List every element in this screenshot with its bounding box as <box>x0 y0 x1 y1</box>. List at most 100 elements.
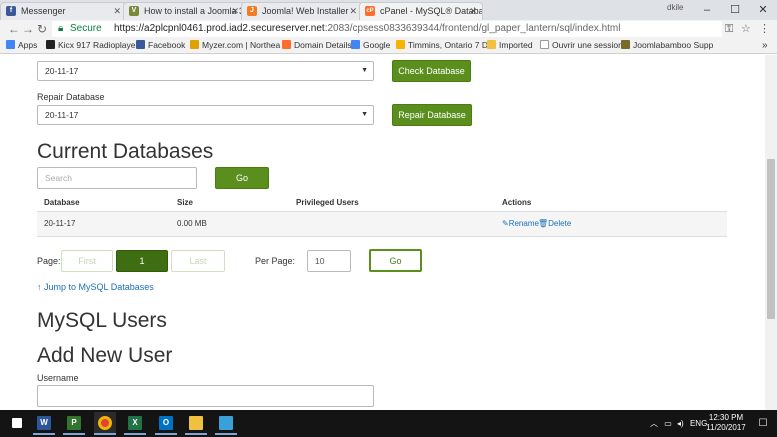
table-row: 20-11-17 0.00 MB ✎Rename 🗑︎Delete <box>37 211 727 237</box>
close-tab-icon[interactable]: ✕ <box>469 3 477 19</box>
chevron-down-icon: ▼ <box>361 67 368 74</box>
header-database[interactable]: Database <box>44 195 80 211</box>
menu-icon[interactable]: ⋮ <box>759 20 770 38</box>
tab-strip: f Messenger ✕ V How to install a Joomla … <box>0 0 777 20</box>
rename-link[interactable]: ✎Rename <box>502 212 539 236</box>
bookmark-label: Myzer.com | Northea <box>202 40 281 50</box>
bookmark-apps[interactable]: Apps <box>6 38 37 53</box>
repair-database-button[interactable]: Repair Database <box>392 104 472 126</box>
close-tab-icon[interactable]: ✕ <box>349 3 357 19</box>
bookmark-label: Apps <box>18 40 38 50</box>
remote-desktop-icon <box>219 416 233 431</box>
search-go-button[interactable]: Go <box>215 167 269 189</box>
taskbar-outlook[interactable]: O <box>155 412 177 435</box>
page-content: 20-11-17 ▼ Check Database Repair Databas… <box>0 55 765 410</box>
taskbar-remote-desktop[interactable] <box>215 412 237 435</box>
bookmark-timmins[interactable]: Timmins, Ontario 7 D <box>396 38 488 53</box>
tab-joomla-howto[interactable]: V How to install a Joomla 3 ✕ <box>123 2 245 20</box>
bookmark-label: Imported <box>499 40 533 50</box>
url-text[interactable]: https://a2plcpnl0461.prod.iad2.secureser… <box>114 21 620 37</box>
tab-messenger[interactable]: f Messenger ✕ <box>0 2 127 20</box>
tab-label: Messenger <box>21 6 66 16</box>
more-bookmarks-icon[interactable]: » <box>762 38 768 53</box>
folder-icon <box>487 40 496 49</box>
taskbar-excel[interactable]: X <box>124 412 146 435</box>
close-window-icon[interactable]: ✕ <box>749 0 777 20</box>
reload-icon[interactable]: ↻ <box>37 20 47 38</box>
select-value: 20-11-17 <box>45 110 79 120</box>
facebook-favicon-icon: f <box>6 6 16 16</box>
maximize-icon[interactable]: ☐ <box>721 0 749 20</box>
header-size[interactable]: Size <box>177 195 193 211</box>
facebook-icon <box>136 40 145 49</box>
repair-database-select[interactable]: 20-11-17 ▼ <box>37 105 374 125</box>
close-tab-icon[interactable]: ✕ <box>113 3 121 19</box>
notifications-icon[interactable]: ☐ <box>753 412 773 435</box>
delete-link[interactable]: 🗑︎Delete <box>538 212 571 236</box>
excel-icon: X <box>128 416 142 431</box>
header-privileged-users[interactable]: Privileged Users <box>296 195 359 211</box>
profile-name[interactable]: dkile <box>667 3 683 12</box>
per-page-go-button[interactable]: Go <box>369 249 422 272</box>
tab-label: How to install a Joomla 3 <box>144 6 245 16</box>
bookmark-label: Google <box>363 40 391 50</box>
tab-cpanel[interactable]: cP cPanel - MySQL® Databa ✕ <box>359 2 483 20</box>
url-host: https://a2plcpnl0461.prod.iad2.secureser… <box>114 23 325 34</box>
taskbar-word[interactable]: W <box>33 412 55 435</box>
clock-date: 11/20/2017 <box>706 423 746 432</box>
doc-favicon-icon: V <box>129 6 139 16</box>
bookmark-imported[interactable]: Imported <box>487 38 533 53</box>
scrollbar-thumb[interactable] <box>767 159 775 319</box>
trash-icon: 🗑︎ <box>538 219 549 228</box>
scrollbar[interactable] <box>765 55 777 410</box>
folder-icon <box>189 416 203 431</box>
start-button[interactable] <box>6 412 28 435</box>
address-bar[interactable]: 🔒︎ Secure https://a2plcpnl0461.prod.iad2… <box>52 21 722 37</box>
chrome-icon <box>98 416 112 431</box>
close-tab-icon[interactable]: ✕ <box>231 3 239 19</box>
lock-icon: 🔒︎ <box>58 23 64 34</box>
tab-joomla-installer[interactable]: J Joomla! Web Installer ✕ <box>241 2 363 20</box>
first-page-button[interactable]: First <box>61 250 113 272</box>
bookmark-google[interactable]: Google <box>351 38 390 53</box>
bookmark-domain-details[interactable]: Domain Details <box>282 38 352 53</box>
network-icon[interactable]: ▭ <box>664 419 672 428</box>
taskbar-project[interactable]: P <box>63 412 85 435</box>
current-page-button[interactable]: 1 <box>116 250 168 272</box>
check-database-select[interactable]: 20-11-17 ▼ <box>37 61 374 81</box>
jump-link-label: Jump to MySQL Databases <box>44 282 154 292</box>
search-input[interactable]: Search <box>37 167 197 189</box>
google-icon <box>351 40 360 49</box>
clock[interactable]: 12:30 PM 11/20/2017 <box>702 413 750 433</box>
bookmark-kicx[interactable]: Kicx 917 Radioplayer <box>46 38 138 53</box>
taskbar-chrome[interactable] <box>94 412 116 435</box>
joomlabamboo-icon <box>621 40 630 49</box>
bookmark-facebook[interactable]: Facebook <box>136 38 185 53</box>
bookmark-star-icon[interactable]: ☆ <box>741 20 751 38</box>
volume-icon[interactable]: ◂) <box>677 419 684 428</box>
username-input[interactable] <box>37 385 374 407</box>
back-icon[interactable]: ← <box>8 20 20 38</box>
word-icon: W <box>37 416 51 431</box>
forward-icon[interactable]: → <box>22 20 34 38</box>
apps-icon <box>6 40 15 49</box>
current-databases-heading: Current Databases <box>37 140 214 163</box>
bookmarks-bar: Apps Kicx 917 Radioplayer Facebook Myzer… <box>0 38 777 54</box>
check-database-button[interactable]: Check Database <box>392 60 471 82</box>
minimize-icon[interactable]: – <box>693 0 721 20</box>
bookmark-ouvrir-session[interactable]: Ouvrir une session <box>540 38 623 53</box>
bookmark-label: Facebook <box>148 40 186 50</box>
last-page-button[interactable]: Last <box>171 250 225 272</box>
bookmark-myzer[interactable]: Myzer.com | Northea <box>190 38 280 53</box>
bookmark-joomlabamboo[interactable]: Joomlabamboo Supp <box>621 38 713 53</box>
chevron-up-icon[interactable]: ︿ <box>650 419 658 428</box>
clock-time: 12:30 PM <box>708 413 744 422</box>
tab-label: Joomla! Web Installer <box>262 6 349 16</box>
windows-logo-icon <box>12 418 22 429</box>
jump-to-databases-link[interactable]: ↑ Jump to MySQL Databases <box>37 282 154 292</box>
mysql-users-heading: MySQL Users <box>37 309 167 332</box>
per-page-input[interactable]: 10 <box>307 250 351 272</box>
taskbar-file-explorer[interactable] <box>185 412 207 435</box>
key-icon[interactable]: ⚿ <box>725 20 733 38</box>
kicx-icon <box>46 40 55 49</box>
